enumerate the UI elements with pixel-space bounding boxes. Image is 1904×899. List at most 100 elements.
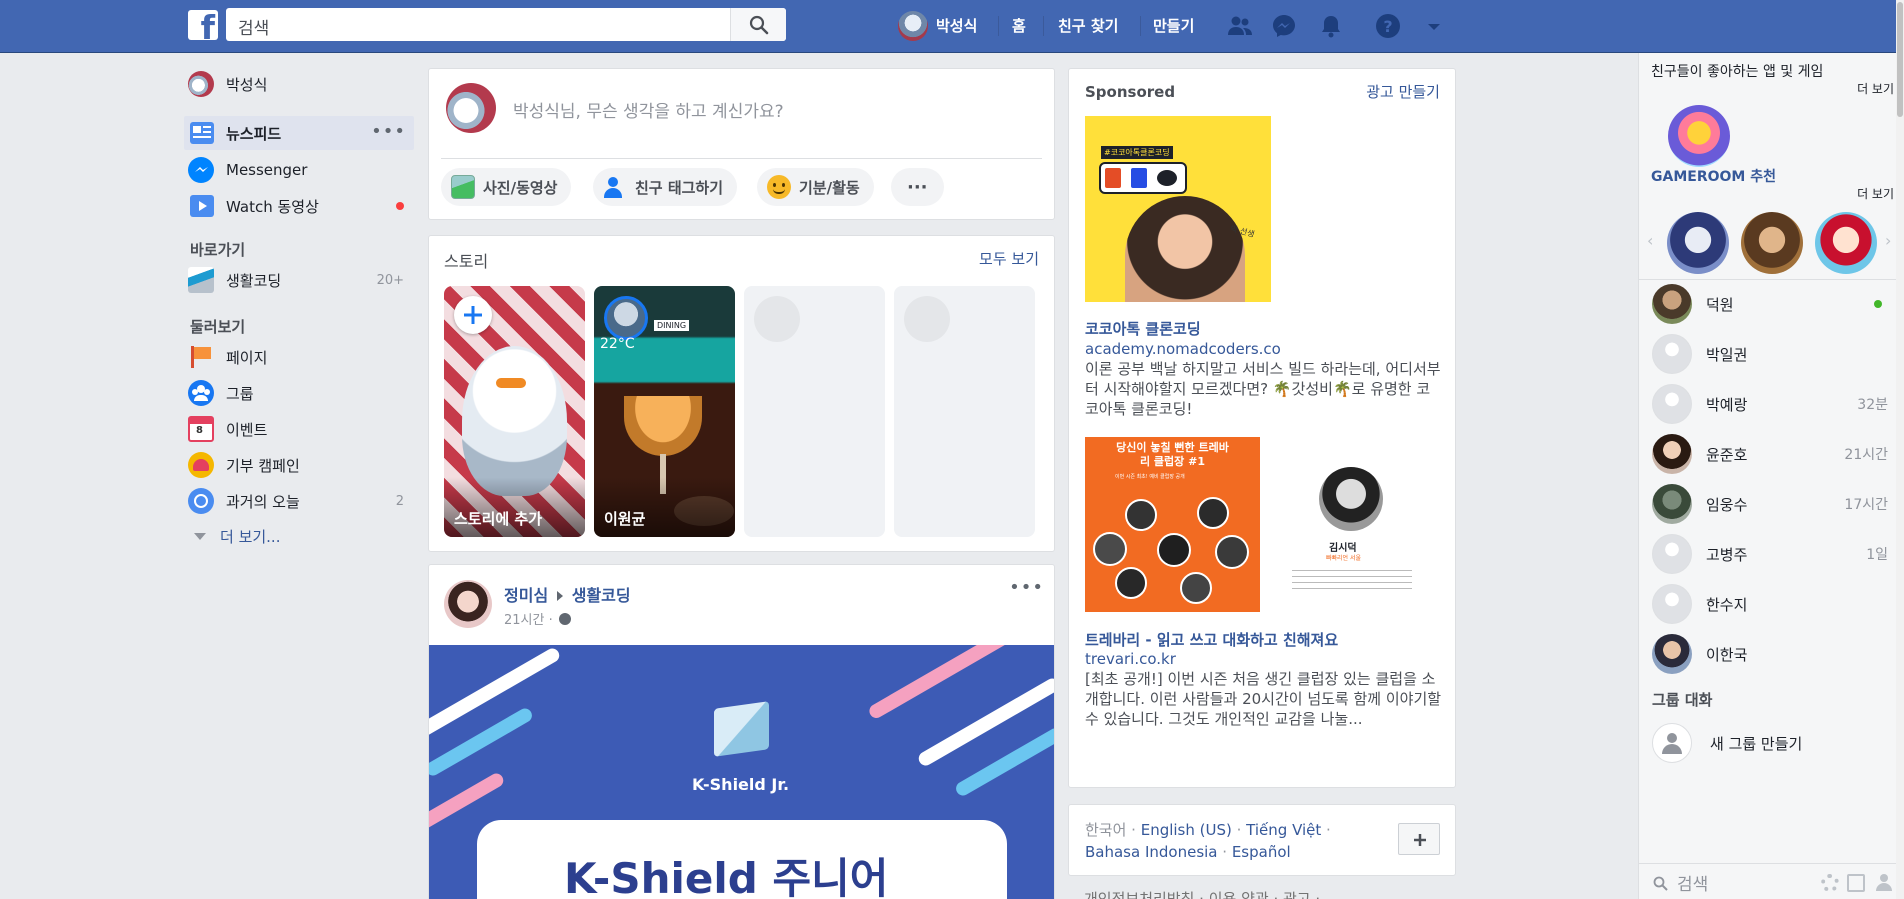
nav-home[interactable]: 홈 [1012,15,1026,36]
facebook-logo[interactable]: f [188,10,218,40]
ad2-image-left[interactable]: 당신이 놓칠 뻔한 트레바리 클럽장 #1 이번 시즌 최초! 예비 클럽장 공… [1085,437,1260,612]
html5-icon [1105,168,1121,188]
search-button[interactable] [730,8,786,41]
search-input[interactable]: 검색 [226,8,786,41]
add-story-tile[interactable]: 스토리에 추가 [444,286,585,537]
chat-contact[interactable]: 고병주 1일 [1652,532,1888,576]
candy-game-icon[interactable] [1668,105,1730,167]
sidebar-item-watch[interactable]: Watch 동영상 [184,191,414,221]
sidebar-item-pages[interactable]: 페이지 [184,342,414,372]
sidebar-item-shortcut[interactable]: 생활코딩 20+ [184,265,414,295]
scrollbar-thumb[interactable] [1897,2,1903,117]
chat-contact[interactable]: 덕원 [1652,282,1888,326]
stories-see-all-link[interactable]: 모두 보기 [979,248,1039,269]
post-target-group[interactable]: 생활코딩 [572,586,631,605]
globe-icon [558,613,571,625]
sidebar-item-groups[interactable]: 그룹 [184,378,414,408]
friend-story-tile[interactable]: 22°C DINING 이원균 [594,286,735,537]
help-icon[interactable]: ? [1375,13,1401,39]
tag-friends-button[interactable]: 친구 태그하기 [593,168,738,206]
post-author-name[interactable]: 정미심 [504,586,548,605]
kshield-brand: K-Shield Jr. [692,775,790,794]
page-scrollbar[interactable] [1896,0,1904,899]
top-navigation-bar: f 검색 박성식 홈 친구 찾기 만들기 ? [0,0,1904,53]
see-more-link[interactable]: 더 보기... [220,526,280,547]
feeling-activity-button[interactable]: 기분/활동 [757,168,874,206]
footer-links[interactable]: 개인정보처리방침 · 이용 약관 · 광고 · [1084,888,1320,899]
add-story-plus-button[interactable] [454,296,492,334]
nav-create[interactable]: 만들기 [1153,15,1194,36]
post-author-avatar[interactable] [444,580,492,628]
messenger-icon [188,157,214,183]
headshot [1157,533,1191,567]
headshot [1180,572,1212,604]
sidebar-item-label: Messenger [226,161,308,179]
new-group-button[interactable]: 새 그룹 만들기 [1652,721,1888,765]
chat-contact[interactable]: 박예랑 32분 [1652,382,1888,426]
chat-search-input[interactable]: 검색 [1677,870,1708,895]
language-option[interactable]: English (US) [1141,821,1232,839]
add-contacts-icon[interactable] [1875,874,1895,892]
create-ad-link[interactable]: 광고 만들기 [1366,81,1440,102]
ad1-domain[interactable]: academy.nomadcoders.co [1085,340,1281,358]
more-options-icon[interactable]: ••• [371,121,406,142]
carousel-next-icon[interactable]: › [1885,231,1891,250]
group-chat-title: 그룹 대화 [1652,691,1713,709]
notifications-bell-icon[interactable] [1318,13,1344,39]
post-options-icon[interactable]: ••• [1009,577,1044,598]
composer-input[interactable]: 박성식님, 무슨 생각을 하고 계신가요? [509,89,1029,129]
friend-requests-icon[interactable] [1227,13,1253,39]
ad2-domain[interactable]: trevari.co.kr [1085,650,1176,668]
chat-contact[interactable]: 박일권 [1652,332,1888,376]
sidebar-item-fundraisers[interactable]: 기부 캠페인 [184,450,414,480]
language-option[interactable]: Bahasa Indonesia [1085,843,1218,861]
sidebar-item-memories[interactable]: 과거의 오늘 2 [184,486,414,516]
sidebar-item-events[interactable]: 8 이벤트 [184,414,414,444]
language-option[interactable]: Tiếng Việt [1246,821,1321,839]
chat-contact[interactable]: 윤준호 21시간 [1652,432,1888,476]
user-avatar[interactable] [898,11,928,41]
account-menu-chevron-down-icon[interactable] [1421,13,1447,39]
carousel-prev-icon[interactable]: ‹ [1647,231,1653,250]
game-icon[interactable] [1741,212,1803,274]
composer-placeholder: 박성식님, 무슨 생각을 하고 계신가요? [513,102,784,122]
compose-icon[interactable] [1847,874,1865,892]
ad1-title[interactable]: 코코아톡 클론코딩 [1085,318,1201,339]
sidebar-profile-name: 박성식 [226,75,268,94]
sidebar-item-messenger[interactable]: Messenger [184,155,414,185]
shortcuts-section-title: 바로가기 [190,241,246,259]
person-bio-lines [1292,567,1412,591]
ad2-image-right[interactable]: 김시덕 빠빠리언 서울 [1264,437,1442,612]
contact-avatar [1652,534,1692,574]
language-option[interactable]: Español [1232,843,1291,861]
chat-contact[interactable]: 이한국 [1652,632,1888,676]
ad2-title[interactable]: 트레바리 - 읽고 쓰고 대화하고 친해져요 [1085,629,1338,650]
composer-avatar [446,83,496,133]
contact-last-active: 17시간 [1844,497,1888,513]
apps-more-link[interactable]: 더 보기 [1857,80,1894,97]
game-icon[interactable] [1667,212,1729,274]
post-time[interactable]: 21시간 · [504,613,553,628]
headshot [1115,567,1147,599]
sidebar-item-label: Watch 동영상 [226,197,319,216]
chat-contact[interactable]: 한수지 [1652,582,1888,626]
messenger-icon[interactable] [1271,13,1297,39]
post-image[interactable]: K-Shield Jr. K-Shield 주니어 [429,645,1054,899]
gear-icon[interactable] [1821,874,1839,892]
friend-story-avatar [604,296,648,340]
sidebar-see-more[interactable]: 더 보기... [184,521,414,551]
story-placeholder-tile [744,286,885,537]
ad2-text: [최초 공개!] 이번 시즌 처음 생긴 클럽장 있는 클럽을 소개합니다. 이… [1085,670,1442,728]
nav-find-friends[interactable]: 친구 찾기 [1058,15,1118,36]
game-icon[interactable] [1815,212,1877,274]
sidebar-item-newsfeed[interactable]: 뉴스피드 ••• [184,116,414,150]
kshield-title: K-Shield 주니어 [564,854,889,899]
gameroom-more-link[interactable]: 더 보기 [1857,185,1894,202]
more-options-button[interactable]: ··· [891,168,944,206]
sidebar-profile-link[interactable]: 박성식 [184,69,414,99]
ad1-image[interactable]: #코코아톡클론코딩 박 선생 [1085,116,1271,302]
photo-video-button[interactable]: 사진/동영상 [441,168,572,206]
chat-contact[interactable]: 임웅수 17시간 [1652,482,1888,526]
nav-user-name[interactable]: 박성식 [936,15,977,36]
add-language-button[interactable] [1398,823,1440,855]
